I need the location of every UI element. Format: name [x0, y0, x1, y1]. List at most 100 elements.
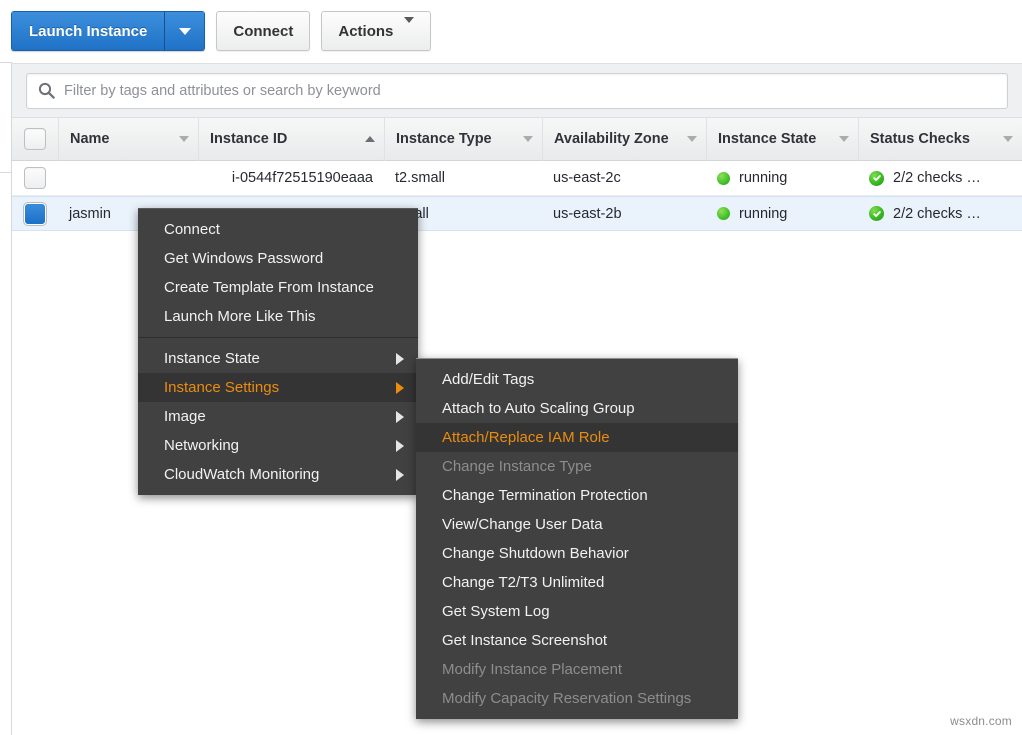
column-label: Status Checks	[870, 131, 970, 147]
actions-button-label: Actions	[338, 23, 393, 40]
menu-item-connect[interactable]: Connect	[138, 215, 418, 244]
instance-state-label: running	[739, 206, 787, 222]
submenu-item-modify-capacity-reservation-settings: Modify Capacity Reservation Settings	[416, 684, 738, 713]
left-rail-top	[0, 62, 12, 172]
connect-button[interactable]: Connect	[216, 11, 310, 51]
submenu-item-change-shutdown-behavior[interactable]: Change Shutdown Behavior	[416, 539, 738, 568]
submenu-item-change-termination-protection[interactable]: Change Termination Protection	[416, 481, 738, 510]
submenu-item-add-edit-tags[interactable]: Add/Edit Tags	[416, 365, 738, 394]
column-header-instance-id[interactable]: Instance ID	[198, 117, 384, 161]
sort-descending-icon	[1003, 136, 1013, 142]
column-label: Instance Type	[396, 131, 492, 147]
submenu-item-change-instance-type: Change Instance Type	[416, 452, 738, 481]
watermark: wsxdn.com	[950, 714, 1012, 728]
sort-ascending-icon	[365, 136, 375, 142]
menu-item-label: Change Instance Type	[442, 458, 592, 475]
checkbox-icon	[24, 203, 46, 225]
cell-status-checks: 2/2 checks …	[858, 161, 1022, 196]
cell-availability-zone: us-east-2c	[542, 161, 706, 196]
instance-settings-submenu: Add/Edit Tags Attach to Auto Scaling Gro…	[416, 358, 738, 719]
green-circle-icon	[717, 207, 730, 220]
menu-item-instance-settings[interactable]: Instance Settings	[138, 373, 418, 402]
column-header-status-checks[interactable]: Status Checks	[858, 117, 1022, 161]
menu-item-image[interactable]: Image	[138, 402, 418, 431]
menu-item-label: Instance Settings	[164, 379, 279, 396]
checkbox-icon	[24, 167, 46, 189]
toolbar: Launch Instance Connect Actions	[0, 0, 1022, 62]
menu-item-create-template-from-instance[interactable]: Create Template From Instance	[138, 273, 418, 302]
menu-item-label: Get System Log	[442, 603, 550, 620]
menu-separator	[138, 337, 418, 338]
menu-item-label: Change T2/T3 Unlimited	[442, 574, 604, 591]
cell-instance-id: i-0544f72515190eaaa	[198, 161, 384, 196]
actions-button[interactable]: Actions	[321, 11, 431, 51]
green-check-icon	[869, 171, 884, 186]
chevron-right-icon	[396, 469, 404, 481]
submenu-item-change-t2-t3-unlimited[interactable]: Change T2/T3 Unlimited	[416, 568, 738, 597]
cell-instance-type: t2.small	[384, 161, 542, 196]
menu-item-label: Connect	[164, 221, 220, 238]
menu-item-launch-more-like-this[interactable]: Launch More Like This	[138, 302, 418, 331]
row-checkbox[interactable]	[12, 161, 58, 196]
chevron-right-icon	[396, 353, 404, 365]
column-header-name[interactable]: Name	[58, 117, 198, 161]
cell-name	[58, 161, 198, 196]
cell-instance-state: running	[706, 161, 858, 196]
menu-item-label: Instance State	[164, 350, 260, 367]
table-row[interactable]: i-0544f72515190eaaa t2.small us-east-2c …	[12, 161, 1022, 196]
menu-item-label: Create Template From Instance	[164, 279, 374, 296]
submenu-item-get-instance-screenshot[interactable]: Get Instance Screenshot	[416, 626, 738, 655]
menu-item-label: Change Shutdown Behavior	[442, 545, 629, 562]
select-all-checkbox[interactable]	[12, 117, 58, 161]
launch-instance-button[interactable]: Launch Instance	[11, 11, 165, 51]
sort-descending-icon	[839, 136, 849, 142]
checkbox-icon	[24, 128, 46, 150]
green-check-icon	[869, 206, 884, 221]
instance-context-menu: Connect Get Windows Password Create Temp…	[138, 208, 418, 495]
menu-item-label: Get Instance Screenshot	[442, 632, 607, 649]
menu-item-label: Modify Instance Placement	[442, 661, 622, 678]
menu-item-get-windows-password[interactable]: Get Windows Password	[138, 244, 418, 273]
menu-item-label: Change Termination Protection	[442, 487, 648, 504]
filter-bar	[12, 63, 1022, 117]
menu-item-label: Get Windows Password	[164, 250, 323, 267]
instance-state-label: running	[739, 170, 787, 186]
cell-instance-state: running	[706, 196, 858, 231]
sort-descending-icon	[523, 136, 533, 142]
cell-availability-zone: us-east-2b	[542, 196, 706, 231]
search-box[interactable]	[26, 73, 1008, 109]
menu-item-networking[interactable]: Networking	[138, 431, 418, 460]
status-checks-label: 2/2 checks …	[893, 206, 981, 222]
status-checks-label: 2/2 checks …	[893, 170, 981, 186]
column-header-availability-zone[interactable]: Availability Zone	[542, 117, 706, 161]
menu-item-cloudwatch-monitoring[interactable]: CloudWatch Monitoring	[138, 460, 418, 489]
chevron-down-icon	[179, 28, 191, 35]
column-label: Availability Zone	[554, 131, 669, 147]
menu-item-label: Attach/Replace IAM Role	[442, 429, 610, 446]
cell-status-checks: 2/2 checks …	[858, 196, 1022, 231]
submenu-item-attach-to-auto-scaling-group[interactable]: Attach to Auto Scaling Group	[416, 394, 738, 423]
launch-instance-group[interactable]: Launch Instance	[11, 11, 205, 51]
column-label: Name	[70, 131, 110, 147]
menu-item-label: Modify Capacity Reservation Settings	[442, 690, 691, 707]
submenu-item-modify-instance-placement: Modify Instance Placement	[416, 655, 738, 684]
column-label: Instance State	[718, 131, 816, 147]
search-input[interactable]	[64, 83, 1007, 99]
submenu-item-view-change-user-data[interactable]: View/Change User Data	[416, 510, 738, 539]
launch-instance-dropdown-button[interactable]	[165, 11, 205, 51]
submenu-item-get-system-log[interactable]: Get System Log	[416, 597, 738, 626]
column-header-instance-state[interactable]: Instance State	[706, 117, 858, 161]
chevron-right-icon	[396, 382, 404, 394]
chevron-right-icon	[396, 440, 404, 452]
menu-item-label: Launch More Like This	[164, 308, 315, 325]
column-label: Instance ID	[210, 131, 287, 147]
row-checkbox[interactable]	[12, 196, 58, 231]
search-icon	[38, 82, 55, 99]
menu-item-label: Image	[164, 408, 206, 425]
sort-descending-icon	[179, 136, 189, 142]
menu-item-instance-state[interactable]: Instance State	[138, 344, 418, 373]
chevron-down-icon	[404, 23, 414, 40]
column-header-instance-type[interactable]: Instance Type	[384, 117, 542, 161]
submenu-item-attach-replace-iam-role[interactable]: Attach/Replace IAM Role	[416, 423, 738, 452]
menu-item-label: Attach to Auto Scaling Group	[442, 400, 635, 417]
